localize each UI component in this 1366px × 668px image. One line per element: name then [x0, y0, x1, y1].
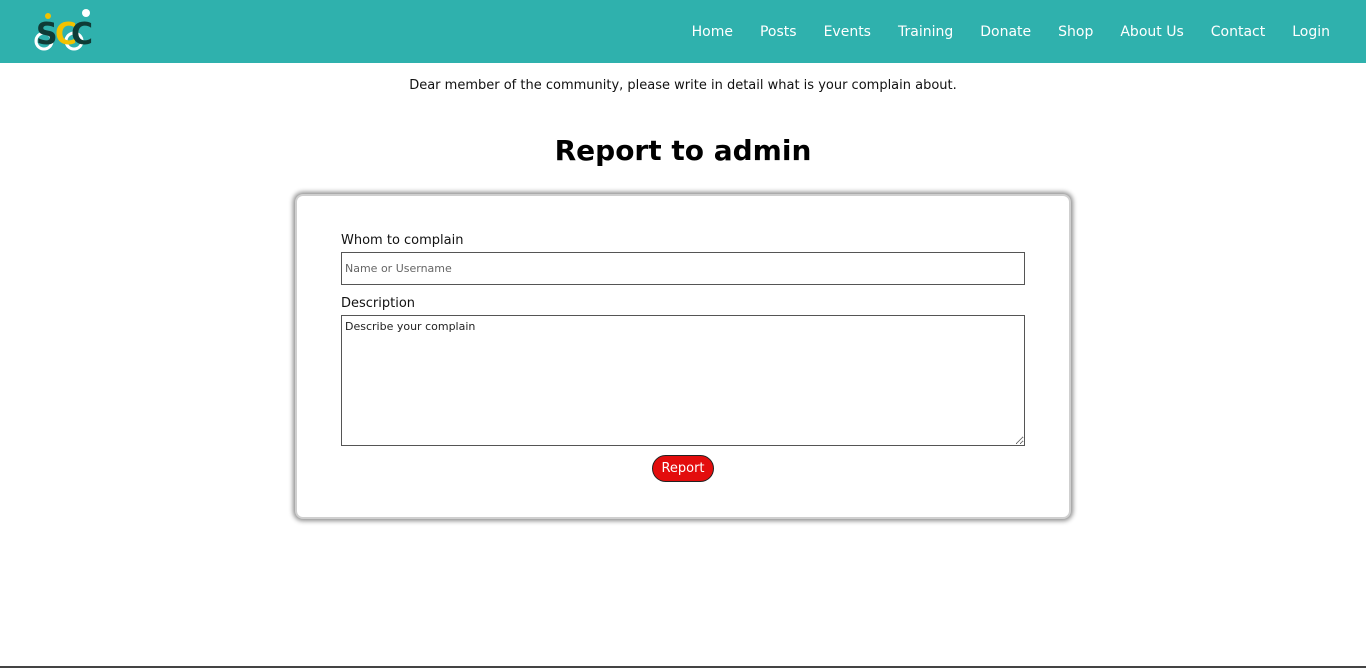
intro-text: Dear member of the community, please wri… — [409, 78, 957, 93]
nav-login[interactable]: Login — [1292, 24, 1330, 40]
site-logo[interactable]: S C C — [34, 8, 93, 54]
nav-contact[interactable]: Contact — [1211, 24, 1265, 40]
description-label: Description — [341, 296, 416, 311]
description-textarea[interactable] — [341, 315, 1025, 446]
whom-label: Whom to complain — [341, 233, 464, 248]
report-button[interactable]: Report — [652, 455, 714, 482]
svg-text:C: C — [71, 17, 92, 52]
nav-shop[interactable]: Shop — [1058, 24, 1093, 40]
page-title: Report to admin — [554, 134, 812, 167]
report-form-card: Whom to complain Description Report — [295, 194, 1071, 519]
nav-training[interactable]: Training — [898, 24, 953, 40]
nav-donate[interactable]: Donate — [980, 24, 1031, 40]
nav-events[interactable]: Events — [824, 24, 871, 40]
nav-posts[interactable]: Posts — [760, 24, 797, 40]
nav-home[interactable]: Home — [692, 24, 733, 40]
scc-logo-icon: S C C — [34, 9, 93, 52]
main-nav: Home Posts Events Training Donate Shop A… — [665, 0, 1330, 63]
nav-about-us[interactable]: About Us — [1120, 24, 1183, 40]
navbar: S C C Home Posts Events Training Donate … — [0, 0, 1366, 63]
whom-input[interactable] — [341, 252, 1025, 285]
